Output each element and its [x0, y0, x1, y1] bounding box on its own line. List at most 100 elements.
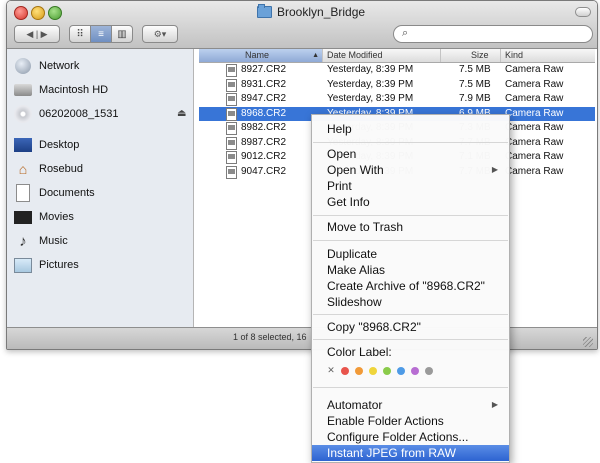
- file-size: 7.5 MB: [459, 78, 491, 90]
- color-swatch[interactable]: [355, 366, 363, 375]
- back-arrow-icon[interactable]: ◀: [26, 29, 33, 40]
- menu-item-get-info[interactable]: Get Info: [312, 194, 509, 210]
- menu-item-enable-folder-actions[interactable]: Enable Folder Actions: [312, 413, 509, 429]
- resize-grip-icon[interactable]: [583, 337, 593, 347]
- status-text: 1 of 8 selected, 16: [233, 332, 307, 342]
- icon-view-button[interactable]: ⠿: [69, 25, 91, 43]
- sidebar-item-label: Movies: [39, 211, 74, 223]
- file-kind: Camera Raw: [505, 165, 564, 177]
- file-kind: Camera Raw: [505, 122, 564, 133]
- folder-icon: [257, 4, 272, 18]
- column-header-size[interactable]: Size: [441, 49, 501, 62]
- file-kind: Camera Raw: [505, 93, 564, 104]
- sidebar-item-label: Rosebud: [39, 163, 84, 175]
- color-swatch[interactable]: [425, 366, 433, 375]
- file-kind: Camera Raw: [505, 78, 564, 90]
- sidebar-item-rosebud[interactable]: ⌂ Rosebud: [13, 158, 83, 180]
- home-icon: ⌂: [18, 161, 28, 177]
- submenu-arrow-icon: ▶: [491, 165, 498, 174]
- action-menu-button[interactable]: ⚙▾: [142, 25, 178, 43]
- menu-item-duplicate[interactable]: Duplicate: [312, 246, 509, 262]
- column-header-kind[interactable]: Kind: [501, 49, 595, 62]
- sidebar-item-label: Macintosh HD: [39, 84, 109, 96]
- sidebar-item-label: 06202008_1531: [39, 108, 119, 120]
- menu-separator: [313, 339, 508, 340]
- menu-item-print[interactable]: Print: [312, 178, 509, 194]
- sidebar-item-macintosh-hd[interactable]: Macintosh HD: [13, 79, 108, 101]
- file-kind: Camera Raw: [505, 136, 564, 148]
- color-swatch[interactable]: [397, 366, 405, 375]
- eject-icon[interactable]: ⏏: [177, 108, 186, 119]
- menu-separator: [313, 314, 508, 315]
- date-modified: Yesterday, 8:39 PM: [327, 93, 414, 104]
- menu-item-instant-jpeg-from-raw[interactable]: Instant JPEG from RAW: [312, 445, 509, 461]
- context-menu: Help Open Open With ▶ Print Get Info Move…: [311, 114, 510, 463]
- title-bar[interactable]: Brooklyn_Bridge ◀ | ▶ ⠿ ≡ ▥ ⚙▾ ⌕: [7, 1, 597, 49]
- sidebar-item-pictures[interactable]: Pictures: [13, 254, 79, 276]
- raw-file-icon: [226, 78, 237, 92]
- raw-file-icon: [226, 122, 237, 135]
- view-mode-control: ⠿ ≡ ▥: [69, 25, 133, 43]
- menu-item-slideshow[interactable]: Slideshow: [312, 294, 509, 310]
- sidebar-item-desktop[interactable]: Desktop: [13, 134, 79, 156]
- color-swatch[interactable]: [411, 366, 419, 375]
- sidebar-item-documents[interactable]: Documents: [13, 182, 95, 204]
- menu-separator: [313, 215, 508, 216]
- submenu-arrow-icon: ▶: [491, 400, 498, 409]
- toolbar-toggle-button[interactable]: [575, 7, 591, 17]
- date-modified: Yesterday, 8:39 PM: [327, 64, 414, 75]
- network-globe-icon: [15, 58, 31, 74]
- menu-item-open-with[interactable]: Open With ▶: [312, 162, 509, 178]
- raw-file-icon: [226, 107, 237, 121]
- sidebar-item-network[interactable]: Network: [13, 55, 79, 77]
- sidebar-item-label: Music: [39, 235, 68, 247]
- file-name: 8987.CR2: [241, 136, 287, 148]
- raw-file-icon: [226, 165, 237, 179]
- sidebar-item-label: Pictures: [39, 259, 79, 271]
- table-row[interactable]: 8947.CR2 Yesterday, 8:39 PM 7.9 MB Camera R…: [199, 92, 595, 106]
- list-view-button[interactable]: ≡: [91, 25, 112, 43]
- file-name: 9047.CR2: [241, 165, 287, 177]
- column-header-name[interactable]: Name ▲: [199, 49, 323, 62]
- back-forward-buttons[interactable]: ◀ | ▶: [14, 25, 60, 43]
- column-header-date-modified[interactable]: Date Modified: [323, 49, 441, 62]
- menu-item-open[interactable]: Open: [312, 146, 509, 162]
- sidebar-item-label: Network: [39, 60, 80, 72]
- raw-file-icon: [226, 93, 237, 106]
- menu-separator: [313, 240, 508, 241]
- raw-file-icon: [226, 64, 237, 77]
- search-icon: ⌕: [402, 27, 409, 39]
- table-row[interactable]: 8931.CR2 Yesterday, 8:39 PM 7.5 MB Camera R…: [199, 78, 595, 92]
- list-header: Name ▲ Date Modified Size Kind: [199, 49, 595, 63]
- disc-icon: [14, 105, 32, 123]
- sidebar-item-music[interactable]: ♪ Music: [13, 230, 68, 252]
- color-label-swatches: ✕: [327, 365, 433, 376]
- raw-file-icon: [226, 151, 237, 164]
- menu-item-help[interactable]: Help: [312, 121, 509, 137]
- forward-arrow-icon[interactable]: ▶: [41, 29, 48, 40]
- file-name: 8982.CR2: [241, 122, 287, 133]
- color-swatch[interactable]: [341, 366, 349, 375]
- close-button[interactable]: [14, 6, 28, 20]
- no-label-icon[interactable]: ✕: [327, 365, 335, 376]
- color-swatch[interactable]: [383, 366, 391, 375]
- raw-file-icon: [226, 136, 237, 150]
- zoom-button[interactable]: [48, 6, 62, 20]
- color-swatch[interactable]: [369, 366, 377, 375]
- documents-icon: [16, 184, 30, 202]
- file-kind: Camera Raw: [505, 64, 564, 75]
- menu-item-make-alias[interactable]: Make Alias: [312, 262, 509, 278]
- search-field[interactable]: ⌕: [393, 25, 593, 43]
- menu-item-create-archive[interactable]: Create Archive of "8968.CR2": [312, 278, 509, 294]
- sidebar-item-disc[interactable]: 06202008_1531: [13, 103, 119, 125]
- menu-item-copy[interactable]: Copy "8968.CR2": [312, 319, 509, 335]
- menu-item-automator[interactable]: Automator ▶: [312, 397, 509, 413]
- sidebar-item-label: Desktop: [39, 139, 80, 151]
- column-view-button[interactable]: ▥: [112, 25, 133, 43]
- table-row[interactable]: 8927.CR2 Yesterday, 8:39 PM 7.5 MB Camera R…: [199, 63, 595, 77]
- menu-item-configure-folder-actions[interactable]: Configure Folder Actions...: [312, 429, 509, 445]
- sidebar-item-movies[interactable]: Movies: [13, 206, 74, 228]
- menu-item-move-to-trash[interactable]: Move to Trash: [312, 219, 509, 235]
- minimize-button[interactable]: [31, 6, 45, 20]
- pictures-icon: [14, 257, 32, 273]
